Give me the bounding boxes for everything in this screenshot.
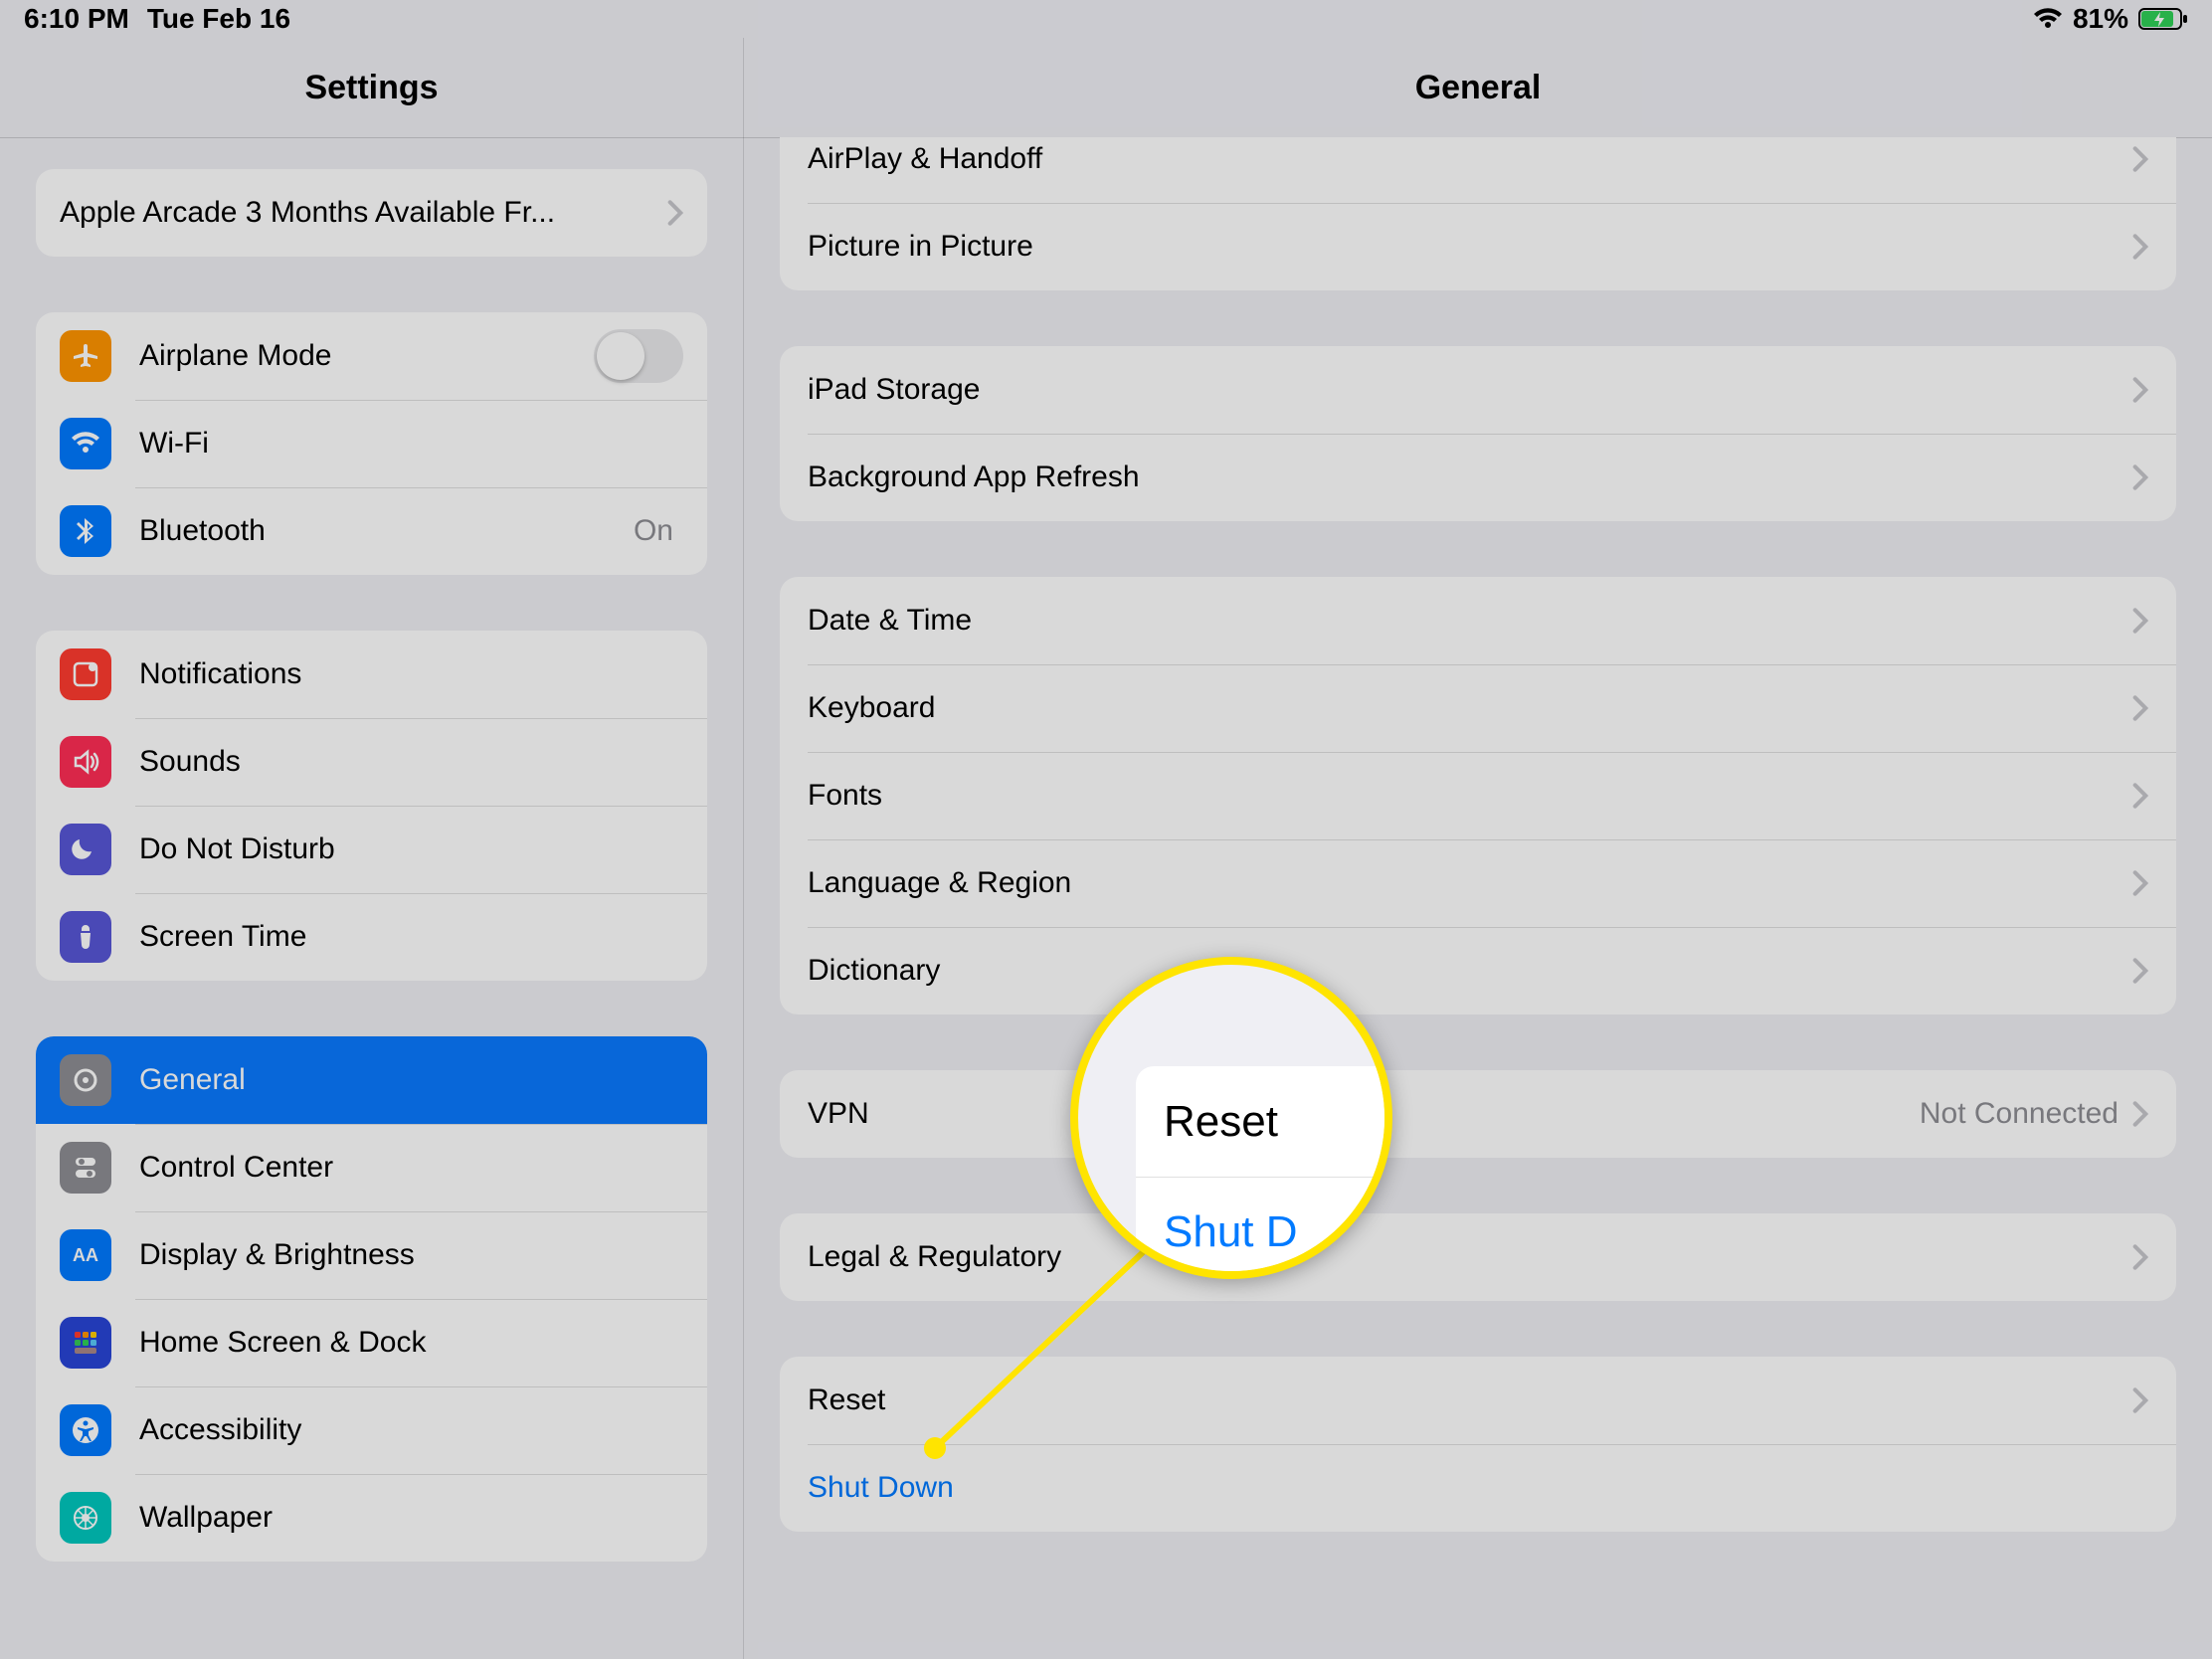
magnifier-annotation: Reset Shut D <box>1070 957 1392 1279</box>
magnifier-shutdown-label: Shut D <box>1136 1178 1392 1279</box>
callout-line <box>0 0 2212 1659</box>
magnifier-reset-label: Reset <box>1136 1066 1392 1178</box>
callout-dot <box>924 1437 946 1459</box>
